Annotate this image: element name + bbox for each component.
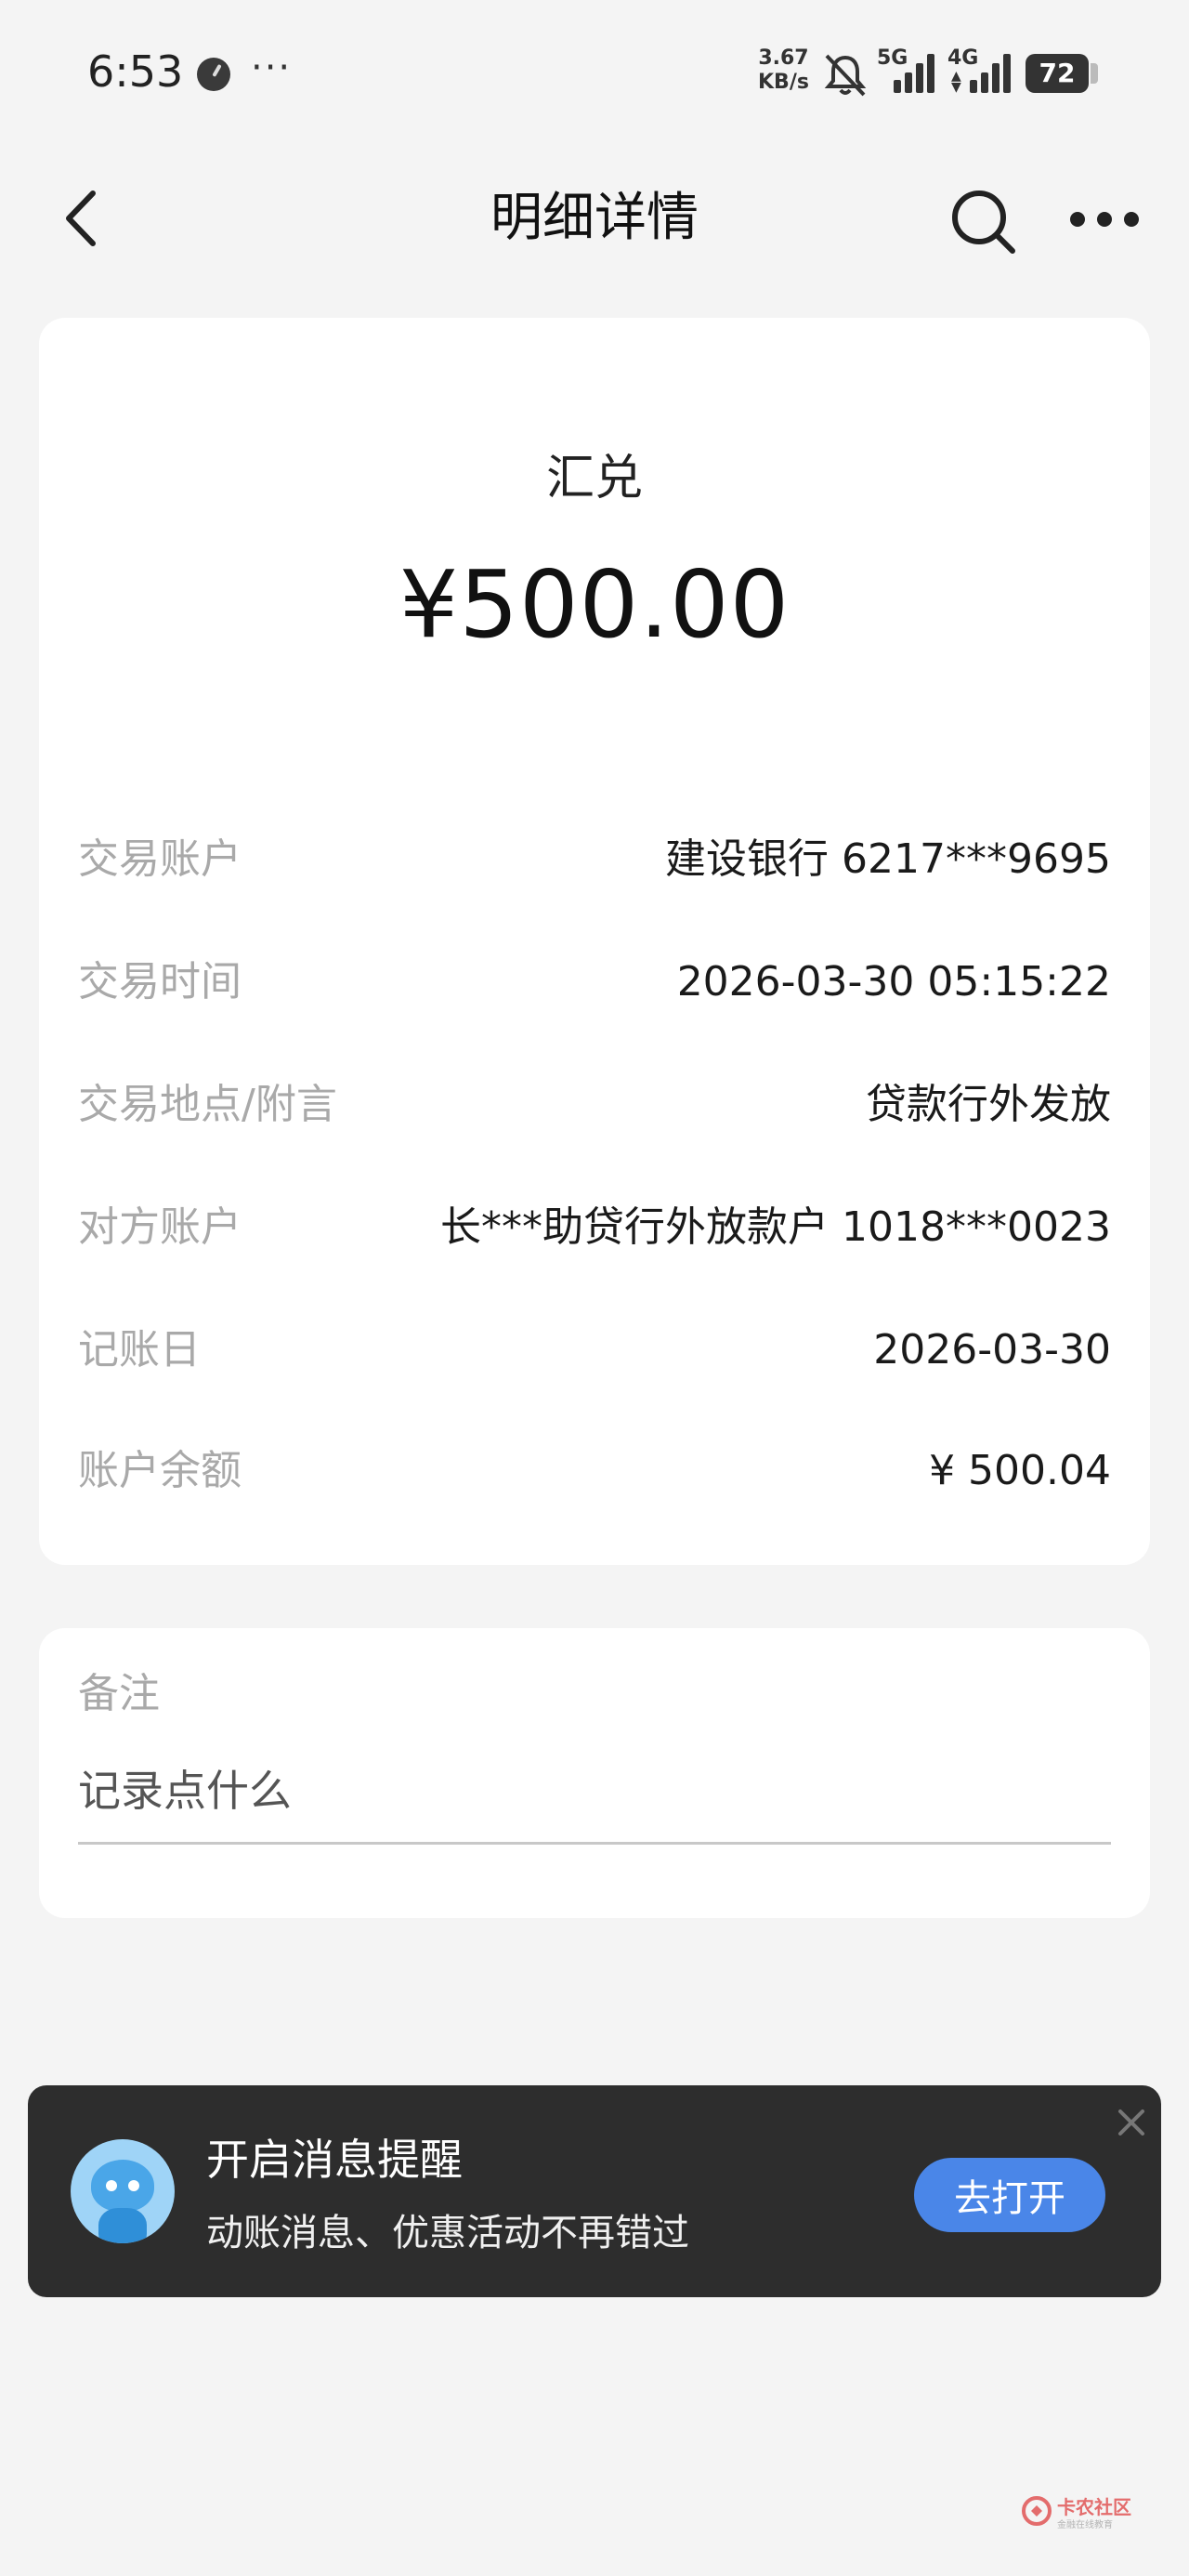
search-icon[interactable] [947, 186, 1018, 256]
detail-row-posting-date: 记账日 2026-03-30 [78, 1318, 1111, 1383]
watermark-tagline: 金融在线教育 [1057, 2520, 1113, 2530]
transaction-type: 汇兑 [545, 451, 643, 506]
remark-input[interactable] [78, 1740, 1111, 1845]
detail-label: 交易时间 [78, 958, 242, 1005]
mute-bell-icon [824, 54, 867, 97]
detail-row-time: 交易时间 2026-03-30 05:15:22 [78, 950, 1111, 1015]
detail-label: 交易账户 [78, 835, 242, 883]
watermark-logo-icon [1022, 2496, 1052, 2526]
detail-value: 建设银行 6217***9695 [665, 835, 1111, 883]
detail-label: 交易地点/附言 [78, 1081, 337, 1128]
detail-value: 2026-03-30 05:15:22 [676, 958, 1111, 1005]
notification-banner: 开启消息提醒 动账消息、优惠活动不再错过 去打开 [28, 2085, 1161, 2297]
more-notifications-icon: ··· [251, 46, 293, 89]
clock-app-icon [197, 58, 230, 91]
detail-label: 对方账户 [78, 1203, 242, 1251]
detail-value: 贷款行外发放 [866, 1081, 1111, 1128]
detail-value: 长***助贷行外放款户 1018***0023 [440, 1203, 1111, 1251]
detail-label: 账户余额 [78, 1447, 242, 1494]
detail-row-balance: 账户余额 ¥ 500.04 [78, 1439, 1111, 1504]
notification-subtitle: 动账消息、优惠活动不再错过 [206, 2212, 689, 2254]
transaction-amount: ¥500.00 [399, 550, 790, 659]
detail-label: 记账日 [78, 1326, 201, 1373]
network-speed-value: 3.67 [758, 46, 809, 70]
data-arrows-icon: ▲ ▼ [951, 69, 961, 95]
network-speed-unit: KB/s [758, 71, 809, 94]
watermark: 卡农社区 金融在线教育 [1022, 2492, 1143, 2539]
battery-level: 72 [1026, 54, 1089, 93]
remark-card: 备注 [39, 1628, 1150, 1918]
more-dots-icon[interactable] [1070, 212, 1139, 230]
notification-title: 开启消息提醒 [206, 2135, 463, 2185]
mascot-avatar [71, 2139, 175, 2243]
detail-row-location: 交易地点/附言 贷款行外发放 [78, 1072, 1111, 1137]
signal-strength-icon [966, 50, 1014, 93]
watermark-name: 卡农社区 [1057, 2496, 1131, 2518]
enable-notifications-button[interactable]: 去打开 [914, 2158, 1105, 2232]
status-bar: 6:53 ··· 3.67 KB/s 5G 4G ▲ ▼ 72 [0, 0, 1189, 149]
detail-row-account: 交易账户 建设银行 6217***9695 [78, 827, 1111, 892]
nav-bar: 明细详情 [0, 167, 1189, 269]
detail-value: 2026-03-30 [873, 1326, 1111, 1373]
status-time: 6:53 [87, 46, 184, 97]
close-icon[interactable] [1113, 2104, 1150, 2141]
detail-value: ¥ 500.04 [929, 1447, 1111, 1494]
network-speed: 3.67 KB/s [758, 46, 809, 95]
detail-row-counterparty: 对方账户 长***助贷行外放款户 1018***0023 [78, 1195, 1111, 1260]
battery-icon [1091, 63, 1098, 84]
transaction-detail-card: 汇兑 ¥500.00 交易账户 建设银行 6217***9695 交易时间 20… [39, 318, 1150, 1565]
signal-strength-icon [890, 50, 938, 93]
remark-label: 备注 [78, 1670, 160, 1717]
